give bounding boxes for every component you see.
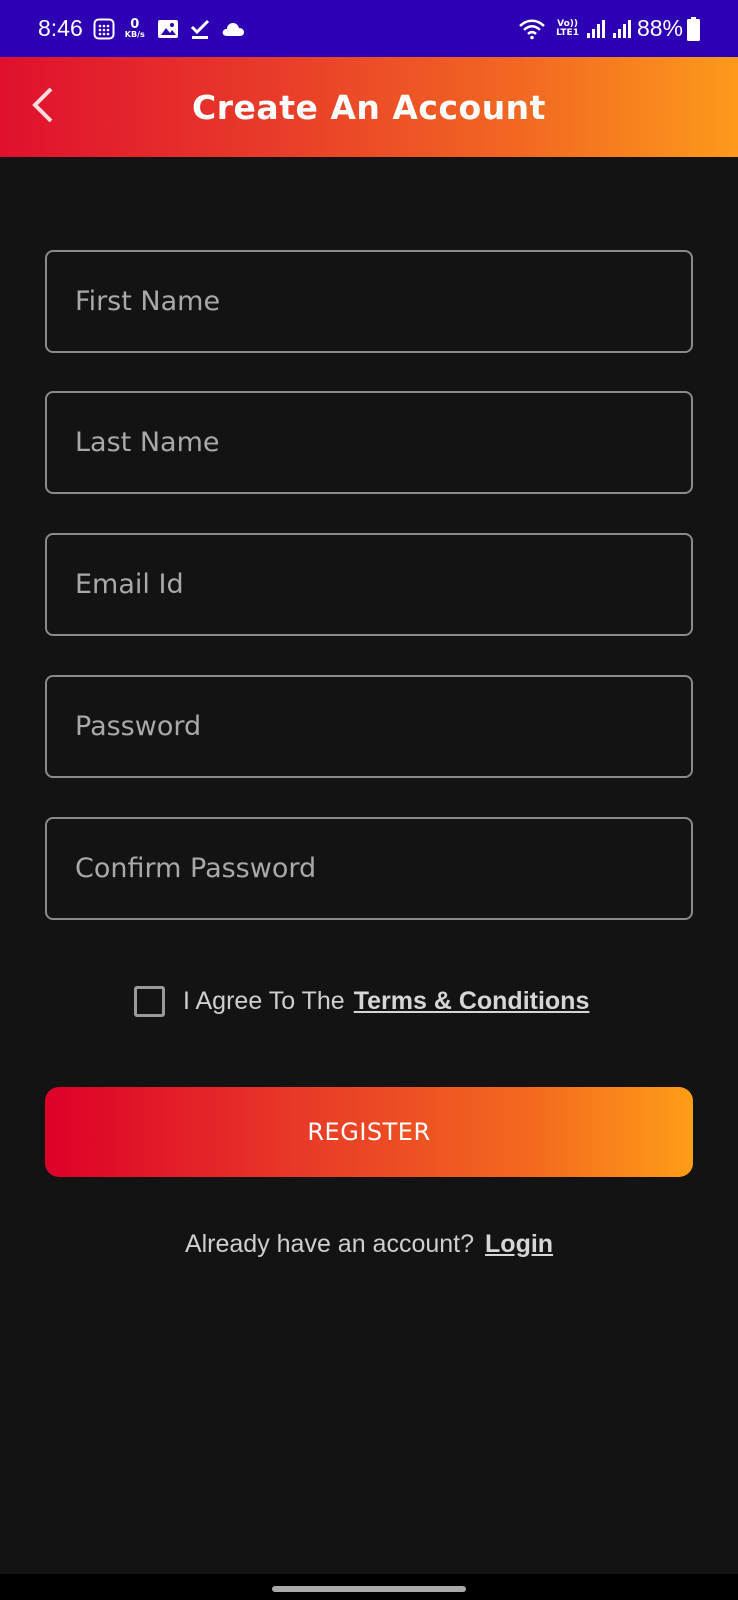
first-name-input[interactable] <box>47 252 691 351</box>
email-input[interactable] <box>47 535 691 634</box>
status-time: 8:46 <box>38 15 83 41</box>
status-bar: 8:46 0 KB/s Vo)) LTE1 88% <box>0 0 738 57</box>
wifi-icon <box>518 18 546 40</box>
task-check-icon <box>189 18 211 40</box>
login-row: Already have an account? Login <box>0 1227 738 1261</box>
register-button[interactable]: REGISTER <box>45 1087 693 1177</box>
register-button-label: REGISTER <box>307 1118 431 1146</box>
password-input[interactable] <box>47 677 691 776</box>
battery-icon <box>687 16 700 41</box>
login-prompt: Already have an account? <box>184 1229 475 1258</box>
login-link[interactable]: Login <box>485 1230 553 1259</box>
password-field[interactable] <box>45 675 693 778</box>
email-field[interactable] <box>45 533 693 636</box>
gallery-icon <box>157 19 179 39</box>
status-bar-left: 8:46 0 KB/s <box>38 15 255 42</box>
network-speed-unit: KB/s <box>124 30 145 39</box>
agree-label: I Agree To The <box>183 986 345 1015</box>
terms-agreement-row: I Agree To The Terms & Conditions <box>134 983 589 1019</box>
lte-indicator: Vo)) LTE1 <box>556 19 579 38</box>
lte-bottom-label: LTE1 <box>556 27 579 38</box>
confirm-password-field[interactable] <box>45 817 693 920</box>
signal-icon-sim2 <box>611 19 631 39</box>
app-header: Create An Account <box>0 57 738 157</box>
terms-conditions-link[interactable]: Terms & Conditions <box>354 987 590 1016</box>
status-bar-right: Vo)) LTE1 88% <box>518 15 700 42</box>
last-name-field[interactable] <box>45 391 693 494</box>
cloud-icon <box>221 21 245 37</box>
home-gesture-bar[interactable] <box>272 1586 466 1592</box>
battery-percentage: 88% <box>636 15 683 41</box>
signal-icon <box>585 19 605 39</box>
network-speed: 0 KB/s <box>125 18 145 39</box>
first-name-field[interactable] <box>45 250 693 353</box>
page-title: Create An Account <box>192 87 546 127</box>
last-name-input[interactable] <box>47 393 691 492</box>
confirm-password-input[interactable] <box>47 819 691 918</box>
calculator-icon <box>93 18 115 40</box>
terms-checkbox[interactable] <box>134 985 165 1017</box>
